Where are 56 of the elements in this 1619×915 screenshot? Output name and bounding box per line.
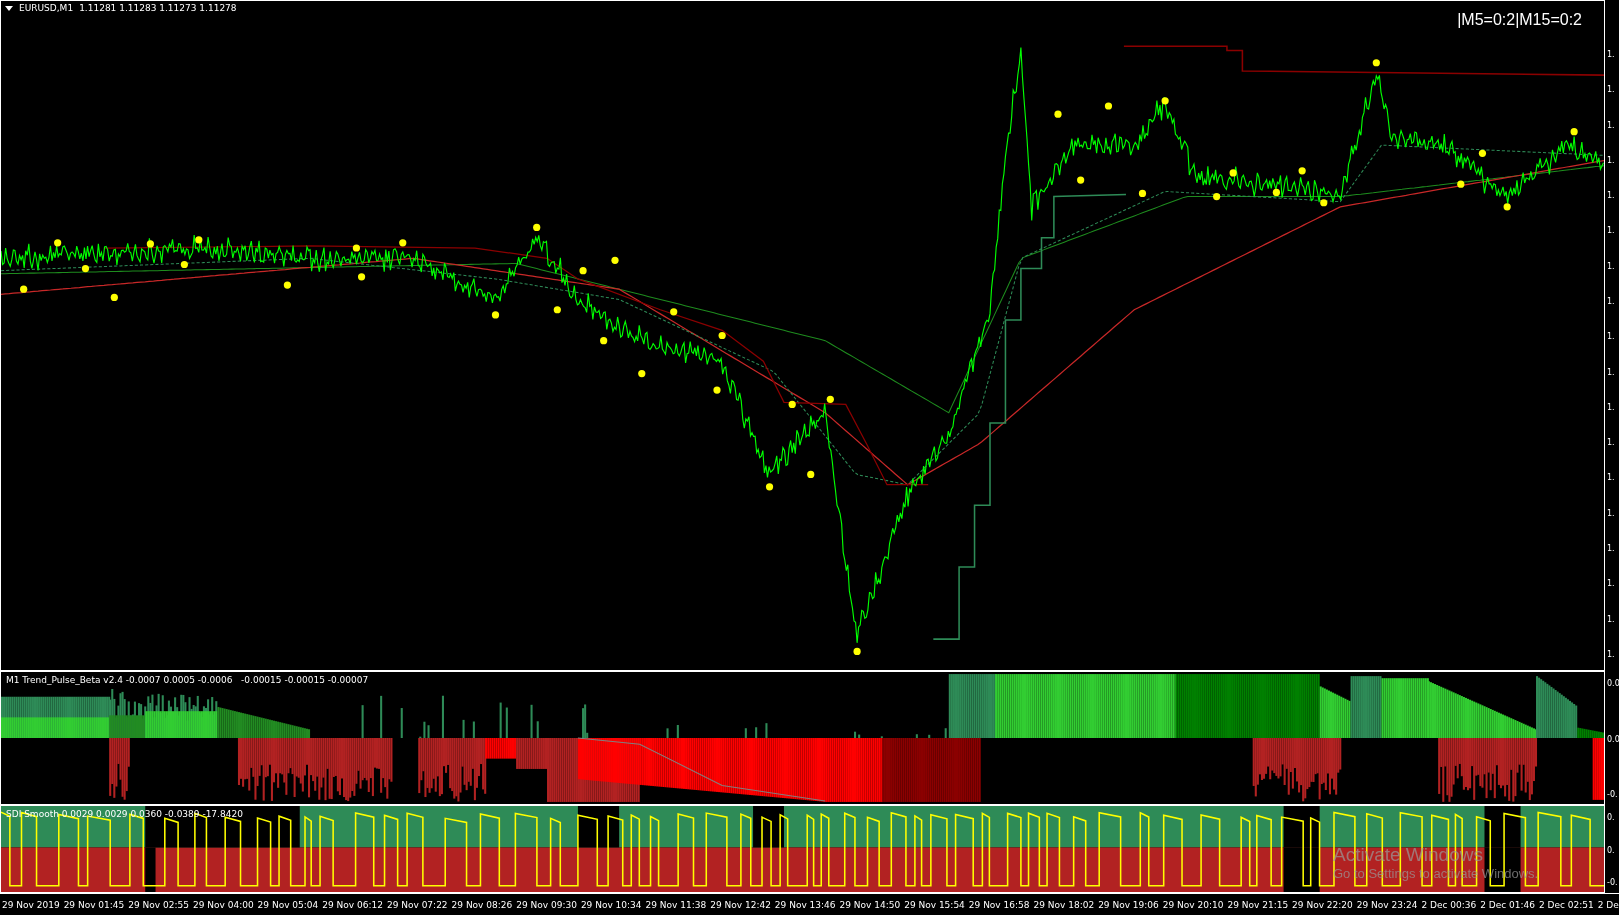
time-axis-label: 29 Nov 16:58 <box>968 899 1030 910</box>
price-axis-label: 1. <box>1607 120 1616 130</box>
time-axis-label: 29 Nov 18:02 <box>1033 899 1095 910</box>
time-axis-label: 29 Nov 07:22 <box>386 899 448 910</box>
price-axis-label: 1. <box>1607 473 1616 483</box>
price-axis-label: 1. <box>1607 649 1616 659</box>
time-axis-label: 29 Nov 04:00 <box>192 899 254 910</box>
time-axis-label: 29 Nov 05:04 <box>257 899 319 910</box>
dropdown-triangle-icon[interactable] <box>5 5 13 11</box>
time-axis-label: 2 Dec 01:46 <box>1480 899 1535 910</box>
price-axis-label: 1. <box>1607 438 1616 448</box>
indicator-axis-label: -0. <box>1607 878 1619 887</box>
time-axis-label: 29 Nov 21:15 <box>1227 899 1289 910</box>
signal-text: |M5=0:2|M15=0:2 <box>1457 11 1582 29</box>
indicator-axis-label: 0.0 <box>1607 734 1619 744</box>
indicator-label: M1 Trend_Pulse_Beta v2.4 -0.0007 0.0005 -0.0006 -0.00015 -0.00015 -0.00007 <box>6 675 369 685</box>
price-axis-label: 1. <box>1607 155 1616 165</box>
time-axis-label: 29 Nov 23:24 <box>1356 899 1418 910</box>
time-axis-label: 29 Nov 19:06 <box>1098 899 1159 910</box>
time-axis-label: 29 Nov 15:54 <box>904 899 965 910</box>
price-axis-label: 1. <box>1607 402 1616 412</box>
price-axis-label: 1. <box>1607 226 1616 236</box>
quote-values: 1.11281 1.11283 1.11273 1.11278 <box>79 3 237 13</box>
time-axis-label: 29 Nov 11:38 <box>645 899 707 910</box>
time-axis-label: 29 Nov 02:55 <box>128 899 189 910</box>
price-axis-label: 1. <box>1607 367 1616 377</box>
time-axis-label: 29 Nov 08:26 <box>451 899 513 910</box>
indicator-label: SDI Smooth 0.0029 0.0029 0.0360 -0.0389 -17.8420 <box>6 809 243 819</box>
time-axis-label: 2 Dec 00:36 <box>1421 899 1477 910</box>
price-axis-label: 1. <box>1607 85 1616 95</box>
time-axis-label: 29 Nov 10:34 <box>580 899 642 910</box>
time-axis-label: 2 De <box>1597 899 1619 910</box>
time-axis-label: 29 Nov 06:12 <box>322 899 383 910</box>
price-axis-label: 1. <box>1607 332 1616 342</box>
price-axis-label: 1. <box>1607 261 1616 271</box>
price-axis-label: 1. <box>1607 579 1616 589</box>
time-axis-label: 29 Nov 2019 <box>2 899 60 910</box>
indicator-axis-label: -0. <box>1607 790 1619 799</box>
time-axis-label: 29 Nov 14:50 <box>839 899 901 910</box>
indicator-axis-label: 0. <box>1607 845 1616 855</box>
price-axis-label: 1. <box>1607 296 1616 306</box>
price-axis-label: 1. <box>1607 50 1616 59</box>
time-axis-label: 2 Dec 02:51 <box>1538 899 1594 910</box>
price-axis-label: 1. <box>1607 508 1616 518</box>
price-axis-label: 1. <box>1607 614 1616 624</box>
price-axis-label: 1. <box>1607 543 1616 553</box>
price-axis-label: 1. <box>1607 191 1616 201</box>
time-axis-label: 29 Nov 12:42 <box>710 899 771 910</box>
indicator-axis-label: 0. <box>1607 813 1616 822</box>
time-axis-label: 29 Nov 20:10 <box>1162 899 1224 910</box>
indicator-axis-label: 0.0 <box>1607 679 1619 688</box>
time-axis-label: 29 Nov 22:20 <box>1292 899 1353 910</box>
time-axis-label: 29 Nov 09:30 <box>516 899 577 910</box>
time-axis-label: 29 Nov 01:45 <box>63 899 125 910</box>
time-axis-label: 29 Nov 13:46 <box>774 899 836 910</box>
symbol-title: EURUSD,M1 <box>19 3 74 13</box>
